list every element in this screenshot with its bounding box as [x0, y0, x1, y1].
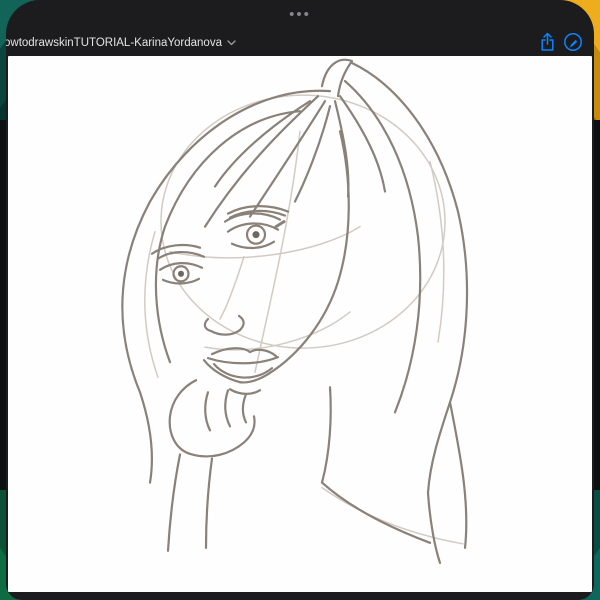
- share-button[interactable]: [534, 31, 560, 55]
- window-drag-handle[interactable]: •••: [6, 0, 594, 30]
- chevron-down-icon: [227, 40, 236, 46]
- sketch-drawing: [121, 58, 469, 564]
- drag-handle-dots: •••: [289, 5, 311, 23]
- markup-circle-icon: [563, 32, 583, 55]
- title-bar: owtodrawskinTUTORIAL-KarinaYordanova: [6, 30, 594, 56]
- screenshot-root: ••• owtodrawskinTUTORIAL-KarinaYordanova: [0, 0, 600, 600]
- share-icon: [539, 32, 556, 55]
- preview-window: ••• owtodrawskinTUTORIAL-KarinaYordanova: [6, 0, 594, 600]
- document-title: owtodrawskinTUTORIAL-KarinaYordanova: [6, 37, 222, 49]
- image-canvas[interactable]: [8, 56, 592, 592]
- markup-button[interactable]: [560, 31, 586, 55]
- document-title-menu[interactable]: owtodrawskinTUTORIAL-KarinaYordanova: [6, 37, 236, 49]
